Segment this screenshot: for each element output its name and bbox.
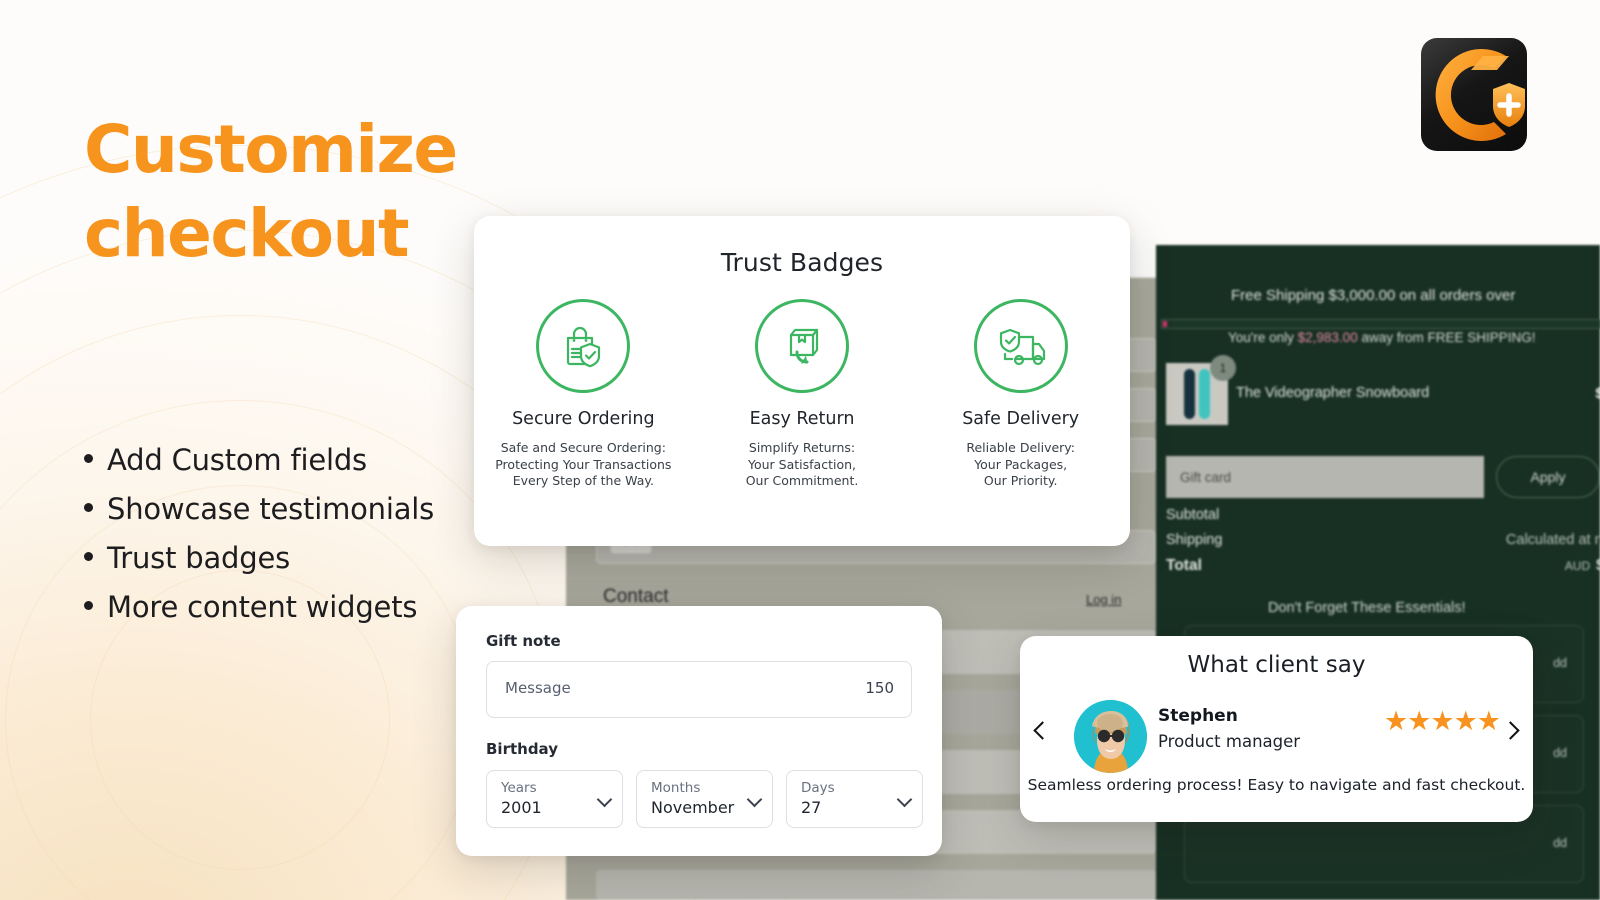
feature-item: More content widgets	[84, 590, 504, 624]
gift-card-placeholder-text: Gift card	[1180, 469, 1232, 485]
select-label: Years	[501, 780, 537, 796]
delivery-truck-shield-icon	[999, 328, 1045, 366]
birthday-selects-row: Years 2001 Months November Days 27	[486, 770, 923, 828]
shipping-away-text: You're only $2,983.00 away from FREE SHI…	[1228, 330, 1536, 345]
shopping-bag-shield-icon	[567, 326, 601, 368]
badge-title: Secure Ordering	[512, 409, 655, 429]
trust-badges-title: Trust Badges	[720, 248, 884, 277]
mock-contact-heading: Contact	[603, 586, 669, 607]
bullet-icon	[84, 503, 93, 512]
product-quantity-badge: 1	[1210, 355, 1236, 381]
away-amount: $2,983.00	[1297, 330, 1358, 345]
testimonial-quote: Seamless ordering process! Easy to navig…	[1027, 776, 1526, 794]
feature-item: Add Custom fields	[84, 443, 504, 477]
feature-label: More content widgets	[107, 590, 418, 624]
gift-card-input[interactable]: Gift card	[1166, 456, 1484, 498]
away-suffix: away from FREE SHIPPING!	[1357, 330, 1536, 345]
bullet-icon	[84, 552, 93, 561]
badge-description: Reliable Delivery: Your Packages, Our Pr…	[966, 440, 1076, 489]
logo-c-shield-icon	[1435, 49, 1525, 141]
gift-note-label: Gift note	[486, 632, 561, 650]
trust-badges-card: Trust Badges Secure Ordering Safe and Se…	[474, 216, 1130, 546]
birthday-month-select[interactable]: Months November	[636, 770, 773, 828]
gift-note-char-count: 150	[865, 679, 894, 697]
avatar	[1074, 700, 1147, 773]
select-label: Days	[801, 780, 835, 796]
testimonial-card: What client say Stephen Product manager …	[1020, 636, 1533, 822]
trust-badge-easy-return: Easy Return Simplify Returns: Your Satis…	[693, 299, 912, 490]
badge-description: Safe and Secure Ordering: Protecting You…	[495, 440, 672, 489]
return-box-arrow-icon	[789, 328, 819, 364]
gift-note-placeholder: Message	[505, 679, 571, 697]
total-label: Total	[1166, 557, 1202, 574]
feature-item: Trust badges	[84, 541, 504, 575]
carousel-next-icon[interactable]	[1501, 721, 1520, 740]
badge-circle	[536, 299, 631, 393]
avatar-photo	[1074, 700, 1147, 773]
feature-item: Showcase testimonials	[84, 492, 504, 526]
mock-field	[596, 870, 1156, 900]
badge-title: Easy Return	[749, 409, 855, 429]
free-shipping-progress-bar	[1161, 319, 1600, 329]
apply-gift-card-button[interactable]: Apply	[1496, 456, 1600, 498]
essential-add-button[interactable]: dd	[1553, 656, 1567, 670]
chevron-down-icon	[746, 791, 763, 808]
testimonial-title: What client say	[1187, 652, 1366, 678]
app-logo	[1421, 38, 1527, 151]
rating-stars-icon: ★★★★★	[1383, 706, 1501, 736]
essential-add-button[interactable]: dd	[1553, 836, 1567, 850]
mock-login-link[interactable]: Log in	[1086, 592, 1121, 607]
total-value-group: AUD $17	[1565, 557, 1600, 575]
feature-label: Showcase testimonials	[107, 492, 435, 526]
product-name: The Videographer Snowboard	[1236, 385, 1430, 401]
select-label: Months	[651, 780, 701, 796]
page-title: Customize checkout	[84, 111, 458, 272]
select-value: 2001	[501, 798, 542, 817]
product-price: $1	[1595, 385, 1600, 402]
birthday-label: Birthday	[486, 740, 558, 758]
birthday-day-select[interactable]: Days 27	[786, 770, 923, 828]
trust-badge-secure-ordering: Secure Ordering Safe and Secure Ordering…	[474, 299, 693, 490]
gift-note-card: Gift note Message 150 Birthday Years 200…	[456, 606, 942, 856]
badge-title: Safe Delivery	[962, 409, 1080, 429]
trust-badge-safe-delivery: Safe Delivery Reliable Delivery: Your Pa…	[911, 299, 1130, 490]
testimonial-author-name: Stephen	[1158, 706, 1238, 726]
badge-description: Simplify Returns: Your Satisfaction, Our…	[745, 440, 859, 489]
badge-circle	[755, 299, 849, 393]
birthday-year-select[interactable]: Years 2001	[486, 770, 623, 828]
essentials-heading: Don't Forget These Essentials!	[1268, 600, 1466, 616]
bullet-icon	[84, 454, 93, 463]
testimonial-author-role: Product manager	[1158, 732, 1301, 751]
chevron-down-icon	[896, 791, 913, 808]
feature-label: Add Custom fields	[107, 443, 367, 477]
shipping-value: Calculated at next	[1505, 532, 1600, 548]
gift-note-message-input[interactable]: Message 150	[486, 661, 912, 718]
shipping-label: Shipping	[1166, 532, 1223, 548]
select-value: 27	[801, 798, 822, 817]
total-currency: AUD	[1564, 559, 1591, 573]
free-shipping-banner: Free Shipping $3,000.00 on all orders ov…	[1231, 287, 1516, 304]
subtotal-label: Subtotal	[1166, 507, 1220, 523]
chevron-down-icon	[596, 791, 613, 808]
essential-add-button[interactable]: dd	[1553, 746, 1567, 760]
total-amount: $17	[1596, 557, 1600, 574]
feature-label: Trust badges	[107, 541, 290, 575]
carousel-prev-icon[interactable]	[1033, 721, 1052, 740]
feature-list: Add Custom fields Showcase testimonials …	[84, 443, 504, 639]
bullet-icon	[84, 601, 93, 610]
trust-badges-row: Secure Ordering Safe and Secure Ordering…	[474, 299, 1130, 490]
away-prefix: You're only	[1228, 330, 1298, 345]
badge-circle	[973, 299, 1068, 393]
select-value: November	[651, 798, 735, 817]
